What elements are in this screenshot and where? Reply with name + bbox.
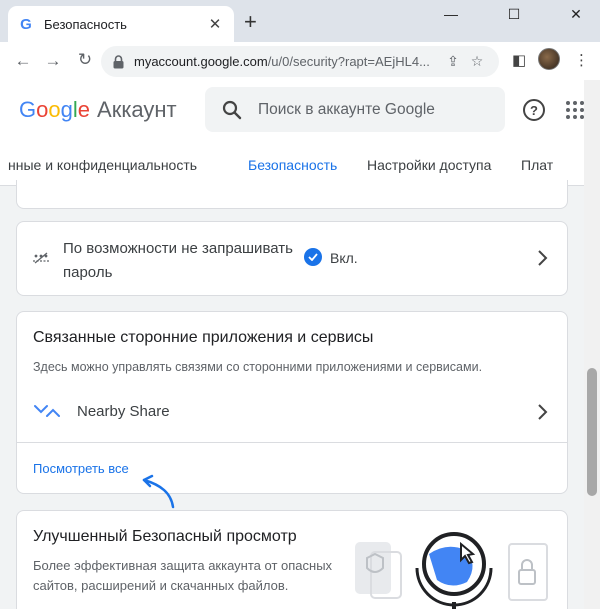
safe-browsing-description: Более эффективная защита аккаунта от опа… <box>33 558 333 593</box>
search-placeholder: Поиск в аккаунте Google <box>258 100 435 118</box>
logo-letter: g <box>60 97 73 122</box>
logo-letter: o <box>48 97 61 122</box>
see-all-link[interactable]: Посмотреть все <box>33 461 129 476</box>
apps-grid-icon[interactable] <box>566 101 584 119</box>
logo-letter: o <box>36 97 49 122</box>
lock-icon[interactable] <box>111 54 125 69</box>
card-divider <box>17 442 567 443</box>
scrollbar-thumb[interactable] <box>587 368 597 496</box>
browser-tab-strip: G Безопасность ✕ + — ☐ ✕ <box>0 0 600 42</box>
address-bar[interactable]: myaccount.google.com/u/0/security?rapt=A… <box>101 46 499 77</box>
safe-browsing-title: Улучшенный Безопасный просмотр <box>33 528 297 545</box>
close-tab-icon[interactable]: ✕ <box>206 15 224 33</box>
third-party-apps-card: Связанные сторонние приложения и сервисы… <box>16 311 568 494</box>
tab-sharing[interactable]: Настройки доступа <box>367 157 491 173</box>
maximize-window-button[interactable]: ☐ <box>491 6 537 23</box>
password-dots-icon <box>33 252 49 264</box>
chevron-right-icon[interactable] <box>537 403 549 421</box>
safe-browsing-card[interactable]: Улучшенный Безопасный просмотр Более эфф… <box>16 510 568 609</box>
check-circle-icon <box>304 248 322 266</box>
chevron-right-icon <box>538 250 548 266</box>
apps-card-description: Здесь можно управлять связями со сторонн… <box>33 360 483 374</box>
safe-browsing-illustration <box>355 532 548 609</box>
apps-card-title: Связанные сторонние приложения и сервисы <box>33 329 374 346</box>
url-path: /u/0/security?rapt=AEjHL4... <box>267 54 430 69</box>
passwordless-card[interactable]: По возможности не запрашивать пароль Вкл… <box>16 221 568 296</box>
tab-data-privacy[interactable]: нные и конфиденциальность <box>8 157 197 173</box>
passwordless-status: Вкл. <box>330 250 358 266</box>
share-icon[interactable]: ⇪ <box>441 53 465 70</box>
tab-security[interactable]: Безопасность <box>248 157 337 173</box>
kebab-menu-icon[interactable]: ⋮ <box>574 51 589 69</box>
tab-title: Безопасность <box>44 16 127 32</box>
url-host: myaccount.google.com <box>134 54 268 69</box>
profile-avatar[interactable] <box>538 48 560 70</box>
tab-payments[interactable]: Плат <box>521 157 553 173</box>
back-arrow-icon[interactable]: ← <box>8 51 38 71</box>
google-account-logo[interactable]: Google Аккаунт <box>19 97 177 123</box>
search-icon <box>222 100 242 119</box>
forward-arrow-icon[interactable]: → <box>38 51 68 71</box>
url-text: myaccount.google.com/u/0/security?rapt=A… <box>134 54 441 69</box>
nearby-share-icon <box>34 405 60 417</box>
reload-icon[interactable]: ↻ <box>70 50 100 70</box>
page-scrollbar[interactable] <box>584 80 600 609</box>
google-favicon-icon: G <box>20 15 32 33</box>
side-panel-icon[interactable]: ◧ <box>512 51 526 69</box>
search-input[interactable]: Поиск в аккаунте Google <box>205 87 505 132</box>
browser-tab[interactable]: G Безопасность ✕ <box>8 6 234 42</box>
help-icon[interactable]: ? <box>523 99 545 121</box>
product-name: Аккаунт <box>97 97 177 122</box>
passwordless-label: По возможности не запрашивать пароль <box>63 240 293 281</box>
browser-toolbar: ← → ↻ myaccount.google.com/u/0/security?… <box>0 42 600 80</box>
annotation-arrow-icon <box>142 474 175 509</box>
minimize-window-button[interactable]: — <box>428 6 474 22</box>
logo-letter: e <box>77 97 91 122</box>
new-tab-icon[interactable]: + <box>244 11 257 33</box>
previous-card <box>16 180 568 209</box>
logo-letter: G <box>19 97 37 122</box>
bookmark-star-icon[interactable]: ☆ <box>465 53 489 70</box>
close-window-button[interactable]: ✕ <box>553 6 599 23</box>
page-content: Google Аккаунт Поиск в аккаунте Google ?… <box>0 80 584 609</box>
account-header: Google Аккаунт Поиск в аккаунте Google ?… <box>0 80 584 186</box>
nearby-share-item[interactable]: Nearby Share <box>77 403 170 420</box>
